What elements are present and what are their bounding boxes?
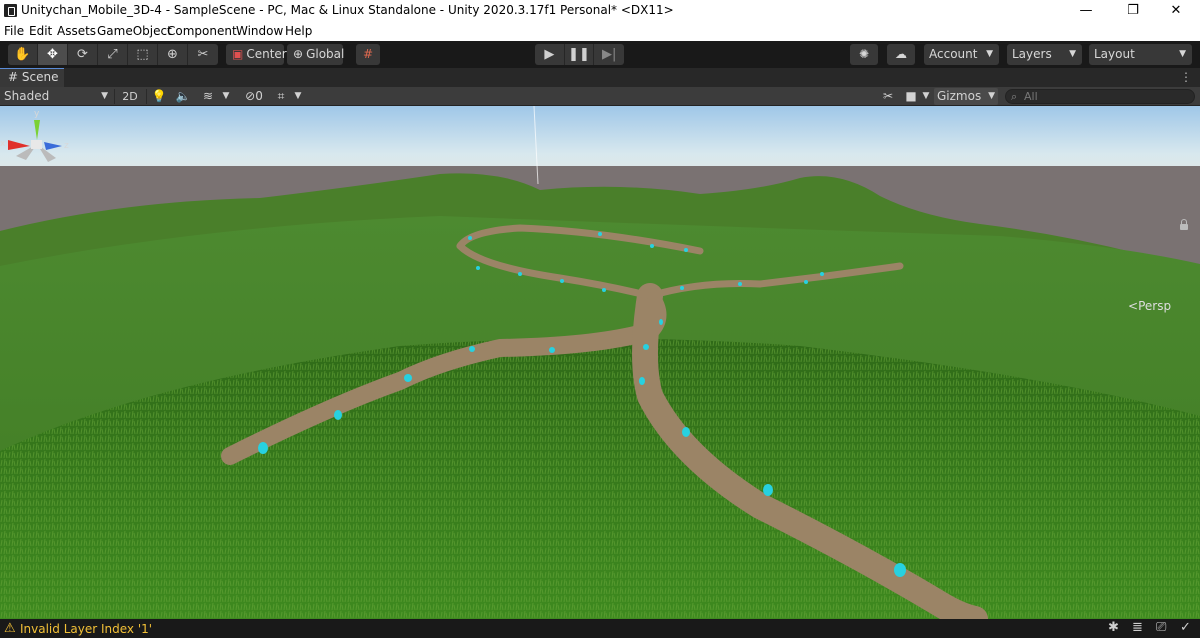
gizmo-center[interactable] [31,140,42,149]
effects-toggle-icon[interactable]: ≋ [198,88,218,105]
chevron-down-icon: ▼ [988,91,995,101]
chevron-down-icon: ▼ [1069,49,1076,59]
play-controls: ▶ ❚❚ ▶| [535,44,624,65]
search-placeholder: All [1024,90,1038,103]
hidden-count: 0 [255,89,263,103]
cloud-button[interactable]: ☁ [887,44,915,65]
main-toolbar: ✋ ✥ ⟳ ⤢ ⬚ ⊕ ✂ ▣ Center ⊕ Global # ▶ ❚❚ ▶… [0,41,1200,68]
bug-icon[interactable]: ✱ [1108,620,1119,635]
collab-button[interactable]: ✺ [850,44,878,65]
pivot-label: Center [246,47,287,61]
layout-dropdown[interactable]: Layout ▼ [1089,44,1192,65]
layers-label: Layers [1012,47,1052,61]
step-icon[interactable]: ▶| [594,44,624,65]
snap-button[interactable]: # [356,44,380,65]
lock-icon[interactable] [1180,219,1188,230]
menu-bar: File Edit Assets GameObject Component Wi… [0,22,1200,41]
maximize-button[interactable]: ❐ [1110,0,1156,22]
persp-chevron-icon: < [1128,299,1139,313]
scene-viewport[interactable]: y x z <Persp [0,106,1200,619]
tab-scene-label: Scene [21,70,59,84]
effects-dropdown-icon[interactable]: ▼ [220,88,232,105]
minimize-button[interactable]: — [1063,0,1109,22]
status-message[interactable]: Invalid Layer Index '1' [20,622,152,636]
menu-edit[interactable]: Edit [29,24,52,38]
close-button[interactable]: ✕ [1153,0,1199,22]
hand-tool-icon[interactable]: ✋ [8,44,38,65]
grid-toggle-icon[interactable]: ⌗ [272,88,290,105]
account-label: Account [929,47,978,61]
tools-icon[interactable]: ✂ [878,88,898,105]
play-icon[interactable]: ▶ [535,44,565,65]
hidden-objects-toggle[interactable]: ⊘0 [238,88,270,105]
rotation-label: Global [306,47,345,61]
camera-dropdown-icon[interactable]: ▼ [920,88,932,105]
gizmos-button[interactable]: Gizmos ▼ [934,88,998,105]
chevron-down-icon: ▼ [986,49,993,59]
progress-icon[interactable]: ⎚ [1156,620,1166,635]
window-title: Unitychan_Mobile_3D-4 - SampleScene - PC… [21,3,674,17]
pivot-global-button[interactable]: ⊕ Global [287,44,345,65]
account-dropdown[interactable]: Account ▼ [924,44,999,65]
transform-tools: ✋ ✥ ⟳ ⤢ ⬚ ⊕ ✂ [8,44,218,65]
axis-z-label: z [64,141,69,151]
menu-window[interactable]: Window [236,24,283,38]
pivot-center-button[interactable]: ▣ Center [226,44,287,65]
transform-tool-icon[interactable]: ⊕ [158,44,188,65]
menu-help[interactable]: Help [285,24,312,38]
collab-icon: ✺ [858,47,870,61]
audio-toggle-icon[interactable]: 🔈 [174,88,192,105]
grid-snap-icon: # [362,47,374,61]
tab-scene[interactable]: # Scene [0,68,64,87]
kebab-menu-icon[interactable]: ⋮ [1180,70,1192,84]
chevron-down-icon: ▼ [1179,49,1186,59]
axis-z-cone[interactable] [44,142,62,150]
menu-file[interactable]: File [4,24,24,38]
move-tool-icon[interactable]: ✥ [38,44,68,65]
camera-icon[interactable]: ■ [902,88,920,105]
divider [146,89,147,104]
scene-render [0,106,1200,619]
layout-label: Layout [1094,47,1135,61]
warning-icon: ⚠ [4,621,16,636]
cloud-icon: ☁ [895,47,907,61]
window-title-bar: Unitychan_Mobile_3D-4 - SampleScene - PC… [0,0,1200,22]
rect-tool-icon[interactable]: ⬚ [128,44,158,65]
eye-off-icon: ⊘ [245,89,256,103]
custom-tool-icon[interactable]: ✂ [188,44,218,65]
check-circle-icon[interactable]: ✓ [1180,620,1191,635]
projection-toggle[interactable]: <Persp [1128,299,1171,313]
pivot-icon: ▣ [232,47,244,61]
scale-tool-icon[interactable]: ⤢ [98,44,128,65]
search-icon: ⌕ [1011,90,1018,103]
rotate-tool-icon[interactable]: ⟳ [68,44,98,65]
shading-mode-dropdown[interactable]: Shaded ▼ [4,88,110,105]
globe-icon: ⊕ [293,47,304,61]
grid-dropdown-icon[interactable]: ▼ [292,88,304,105]
status-bar: ⚠ Invalid Layer Index '1' ✱ ≣ ⎚ ✓ [0,619,1200,638]
layers-stack-icon[interactable]: ≣ [1132,620,1143,635]
axis-y-label: y [34,109,40,119]
scene-tab-header: # Scene ⋮ [0,68,1200,87]
gizmos-label: Gizmos [937,89,982,103]
shading-mode-label: Shaded [4,89,50,103]
scene-toolbar: Shaded ▼ 2D 💡 🔈 ≋ ▼ ⊘0 ⌗ ▼ ✂ ■ ▼ Gizmos … [0,87,1200,106]
menu-component[interactable]: Component [167,24,237,38]
unity-app-icon [4,4,17,17]
scene-grid-icon: # [8,70,19,84]
scene-search-input[interactable]: ⌕ All [1005,89,1195,104]
menu-assets[interactable]: Assets [57,24,96,38]
orientation-gizmo[interactable]: y x z [0,106,72,178]
layers-dropdown[interactable]: Layers ▼ [1007,44,1082,65]
pause-icon[interactable]: ❚❚ [565,44,595,65]
projection-label: Persp [1138,299,1172,313]
axis-y-cone[interactable] [34,120,40,140]
toggle-2d-button[interactable]: 2D [118,88,142,105]
divider [114,89,115,104]
menu-gameobject[interactable]: GameObject [97,24,172,38]
axis-x-cone[interactable] [8,140,30,150]
lighting-toggle-icon[interactable]: 💡 [150,88,168,105]
axis-x-label: x [0,139,6,149]
chevron-down-icon: ▼ [101,91,108,101]
